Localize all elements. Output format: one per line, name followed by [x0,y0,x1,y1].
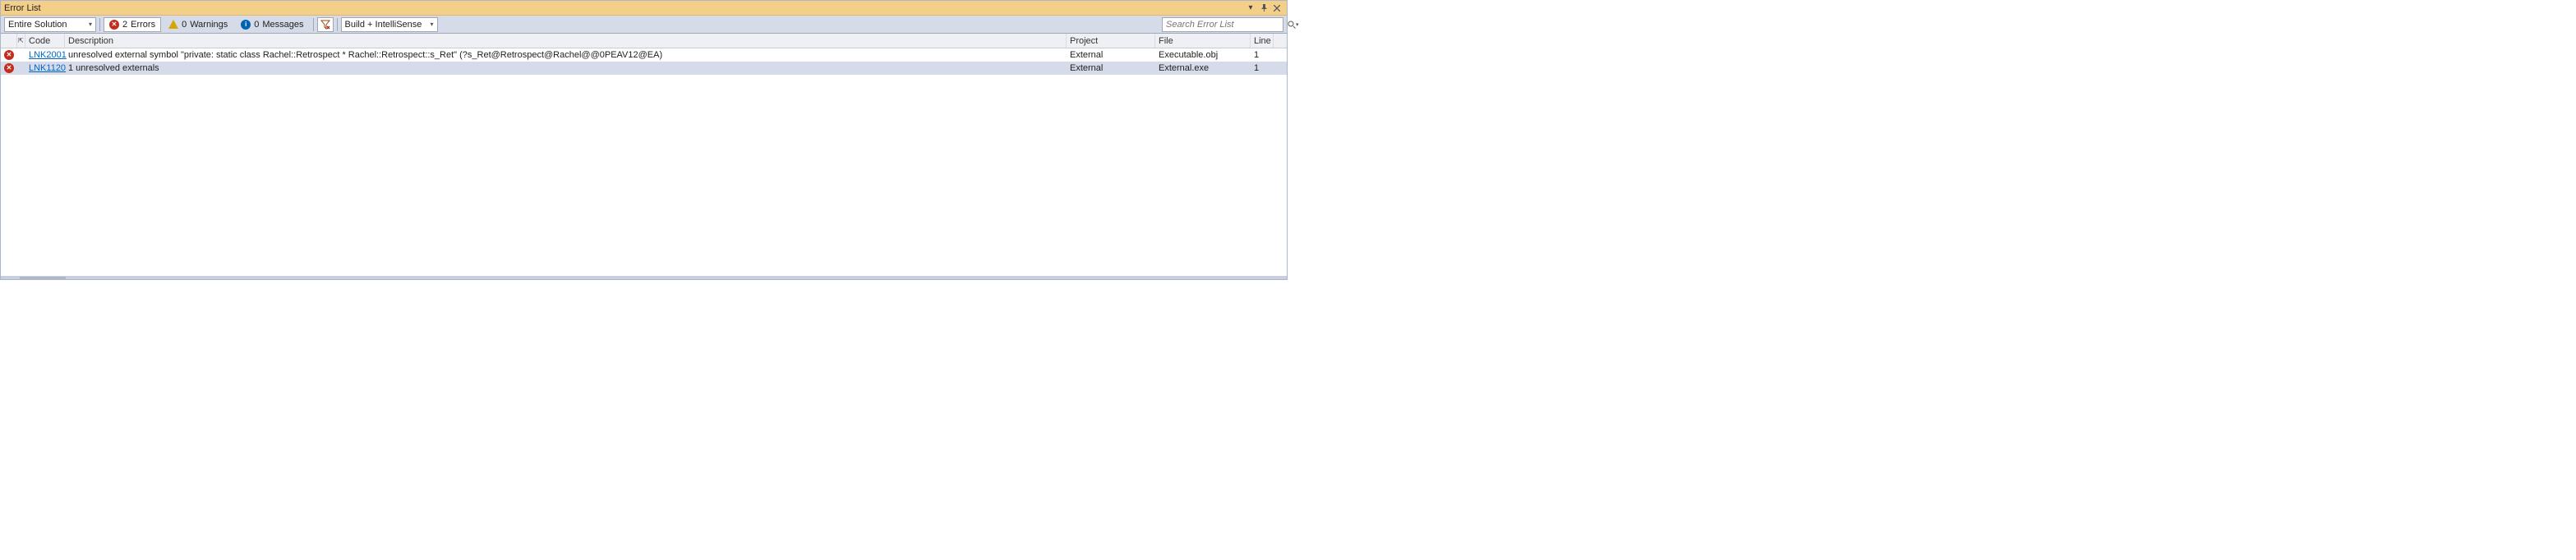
row-line-cell: 1 [1251,63,1274,73]
error-icon: ✕ [109,20,119,30]
row-code-description: LNK11201 unresolved externals [25,63,1067,73]
column-header-description[interactable]: Description [65,34,1067,48]
scope-dropdown[interactable]: Entire Solution ▾ [4,17,96,32]
search-box[interactable]: ▾ [1162,17,1283,32]
titlebar: Error List ▾ [1,1,1287,16]
row-line-cell: 1 [1251,50,1274,60]
warnings-label: Warnings [190,20,228,30]
close-icon[interactable] [1270,2,1283,14]
scope-dropdown-value: Entire Solution [8,20,84,30]
panel-title: Error List [4,3,1244,13]
chevron-down-icon: ▾ [89,21,92,28]
error-icon: ✕ [4,63,14,73]
errors-filter-button[interactable]: ✕ 2 Errors [104,17,161,32]
messages-label: Messages [262,20,303,30]
error-list-body: ✕ LNK2001unresolved external symbol "priv… [1,48,1287,276]
error-code-link[interactable]: LNK1120 [25,63,65,73]
row-project-cell: External [1067,63,1155,73]
toolbar-separator [337,18,338,31]
row-file-cell: Executable.obj [1155,50,1251,60]
error-list-row[interactable]: ✕ LNK2001unresolved external symbol "priv… [1,48,1287,62]
clear-filter-button[interactable] [317,17,334,32]
error-description-text: unresolved external symbol "private: sta… [68,50,662,60]
toolbar-separator [313,18,314,31]
error-list-row[interactable]: ✕LNK11201 unresolved externalsExternalEx… [1,62,1287,75]
window-options-dropdown-icon[interactable]: ▾ [1244,2,1257,14]
toolbar: Entire Solution ▾ ✕ 2 Errors 0 Warnings … [1,16,1287,34]
row-code-description: LNK2001unresolved external symbol "priva… [25,50,1067,60]
column-header-tail [1274,34,1287,48]
search-icon[interactable] [1287,21,1296,29]
column-header-code[interactable]: Code [25,34,65,48]
column-header-file[interactable]: File [1155,34,1251,48]
warnings-count: 0 [182,20,187,30]
chevron-down-icon: ▾ [431,21,434,28]
filter-icon [320,20,330,30]
toolbar-separator [99,18,100,31]
column-header-icon[interactable] [1,34,17,48]
source-dropdown-value: Build + IntelliSense [345,20,426,30]
pin-icon[interactable] [1257,2,1270,14]
errors-count: 2 [122,20,127,30]
footer-tab-indicator [20,277,66,280]
warning-icon [168,20,178,29]
column-header-line[interactable]: Line [1251,34,1274,48]
error-list-panel: Error List ▾ Entire Solution ▾ ✕ 2 Error… [0,0,1288,280]
messages-count: 0 [254,20,259,30]
status-strip [1,276,1287,279]
error-code-link[interactable]: LNK2001 [25,50,65,60]
error-description-text: 1 unresolved externals [68,63,159,73]
error-icon: ✕ [4,50,14,60]
info-icon: i [241,20,251,30]
warnings-filter-button[interactable]: 0 Warnings [163,17,233,32]
column-header-suppression[interactable]: ⇱ [17,34,25,48]
column-header-row: ⇱ Code Description Project File Line [1,34,1287,48]
source-dropdown[interactable]: Build + IntelliSense ▾ [341,17,438,32]
errors-label: Errors [131,20,155,30]
row-severity-icon: ✕ [1,50,17,60]
row-file-cell: External.exe [1155,63,1251,73]
row-severity-icon: ✕ [1,63,17,73]
row-project-cell: External [1067,50,1155,60]
column-header-project[interactable]: Project [1067,34,1155,48]
search-dropdown-icon[interactable]: ▾ [1296,21,1299,28]
search-input[interactable] [1163,20,1287,30]
messages-filter-button[interactable]: i 0 Messages [235,17,309,32]
